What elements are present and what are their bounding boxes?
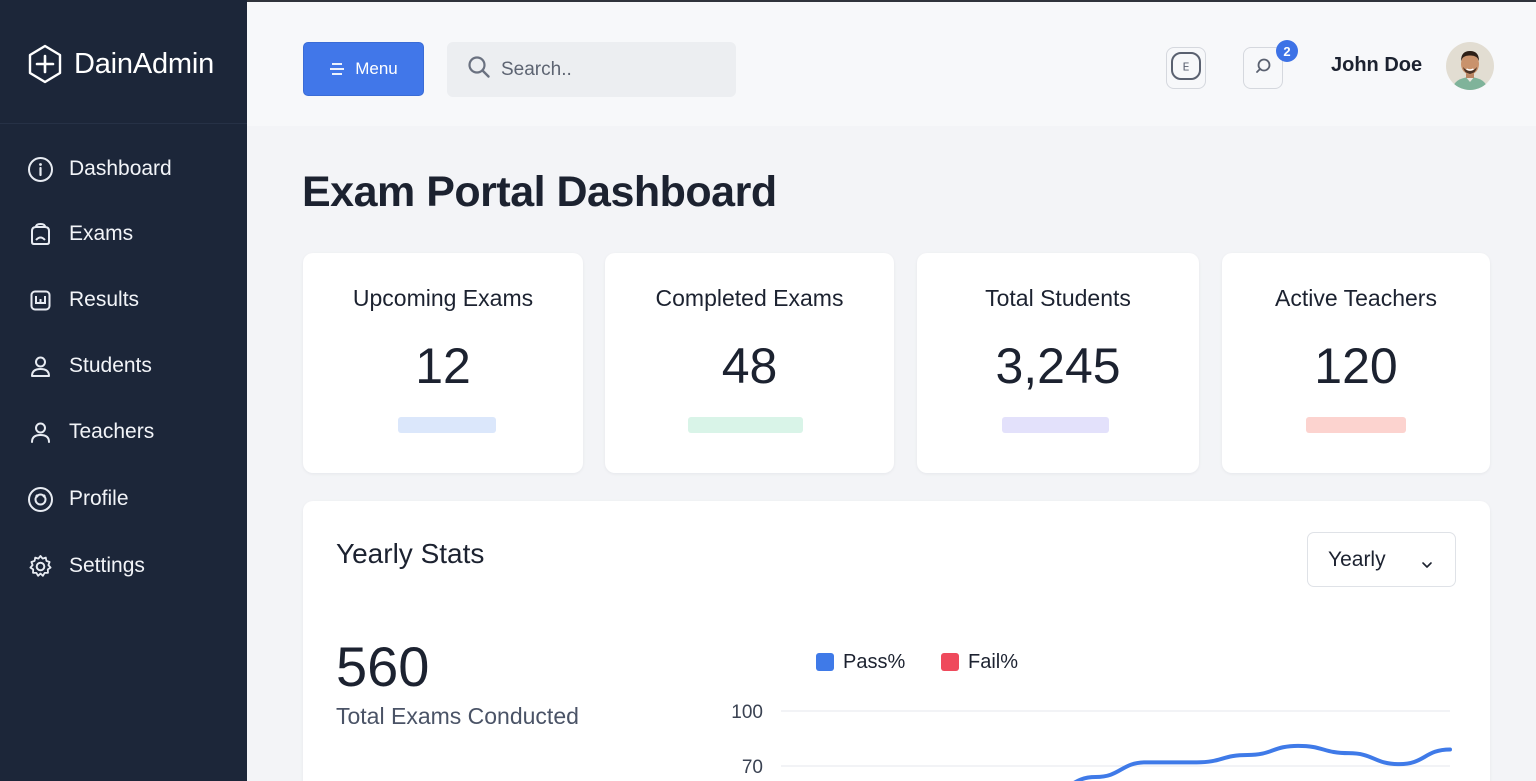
sidebar-item-label: Exams <box>69 222 134 245</box>
pass-series-line <box>1073 743 1452 781</box>
card-value: 3,245 <box>995 338 1121 394</box>
results-icon <box>27 287 54 314</box>
page-title: Exam Portal Dashboard <box>302 168 777 216</box>
legend-fail[interactable]: Fail% <box>941 651 1018 673</box>
card-title: Upcoming Exams <box>352 285 534 311</box>
search-input[interactable] <box>501 58 711 81</box>
stat-card-completed-exams[interactable]: Completed Exams 48 <box>605 253 894 473</box>
search-icon <box>467 55 491 84</box>
card-title: Active Teachers <box>1275 285 1437 311</box>
sidebar-item-label: Profile <box>69 487 129 510</box>
card-accent-bar <box>398 417 496 433</box>
notification-badge: 2 <box>1276 40 1298 62</box>
sidebar-item-settings[interactable]: Settings <box>27 548 145 584</box>
legend-label: Fail% <box>968 650 1019 673</box>
sidebar-item-label: Teachers <box>69 420 155 443</box>
user-icon <box>27 353 54 380</box>
card-accent-bar <box>1002 417 1109 433</box>
card-title: Total Students <box>985 285 1131 311</box>
avatar[interactable] <box>1446 42 1494 90</box>
stat-card-upcoming-exams[interactable]: Upcoming Exams 12 <box>303 253 583 473</box>
bag-icon <box>27 221 54 248</box>
card-accent-bar <box>1306 417 1406 433</box>
info-circle-icon <box>27 156 54 183</box>
legend-pass[interactable]: Pass% <box>816 651 905 673</box>
sidebar-item-dashboard[interactable]: Dashboard <box>27 151 172 187</box>
chat-icon <box>1252 55 1274 82</box>
sidebar-item-students[interactable]: Students <box>27 348 152 384</box>
stat-card-active-teachers[interactable]: Active Teachers 120 <box>1222 253 1490 473</box>
legend-swatch <box>941 653 959 671</box>
y-tick-label: 70 <box>742 757 763 778</box>
total-exams-value: 560 <box>336 635 430 698</box>
sidebar-item-label: Students <box>69 354 152 377</box>
card-accent-bar <box>688 417 803 433</box>
select-value: Yearly <box>1328 547 1386 571</box>
card-value: 12 <box>415 338 471 394</box>
gear-icon <box>27 553 54 580</box>
sidebar: DainAdmin Dashboard Exams Results Studen… <box>0 0 247 781</box>
profile-circle-icon <box>27 486 54 513</box>
top-border <box>247 0 1536 2</box>
user-name[interactable]: John Doe <box>1331 54 1422 77</box>
user-icon <box>27 419 54 446</box>
card-value: 120 <box>1314 338 1398 394</box>
menu-icon <box>329 62 345 76</box>
menu-label: Menu <box>355 59 398 78</box>
legend-label: Pass% <box>843 650 906 673</box>
sidebar-item-profile[interactable]: Profile <box>27 481 129 517</box>
panel-title: Yearly Stats <box>336 538 485 569</box>
sidebar-item-results[interactable]: Results <box>27 282 139 318</box>
divider <box>0 123 247 124</box>
sidebar-item-exams[interactable]: Exams <box>27 216 133 252</box>
search-box[interactable] <box>447 42 736 97</box>
card-value: 48 <box>721 338 778 394</box>
card-title: Completed Exams <box>655 285 844 311</box>
stat-card-total-students[interactable]: Total Students 3,245 <box>917 253 1199 473</box>
pass-fail-chart: 100 70 <box>731 702 1452 781</box>
menu-button[interactable]: Menu <box>303 42 424 96</box>
sidebar-item-label: Settings <box>69 554 145 577</box>
sidebar-item-teachers[interactable]: Teachers <box>27 414 154 450</box>
sidebar-item-label: Results <box>69 288 140 311</box>
y-tick-label: 100 <box>731 702 763 723</box>
period-select[interactable]: Yearly <box>1307 532 1456 587</box>
brand[interactable]: DainAdmin <box>27 44 214 84</box>
brand-name: DainAdmin <box>74 47 215 80</box>
total-exams-label: Total Exams Conducted <box>336 703 579 729</box>
sidebar-item-label: Dashboard <box>69 157 172 180</box>
logo-icon <box>28 44 62 84</box>
svg-text:E: E <box>1183 60 1190 73</box>
e-badge-button[interactable]: E <box>1166 47 1206 89</box>
chevron-down-icon <box>1421 553 1433 577</box>
legend-swatch <box>816 653 834 671</box>
e-badge-icon: E <box>1170 51 1202 86</box>
